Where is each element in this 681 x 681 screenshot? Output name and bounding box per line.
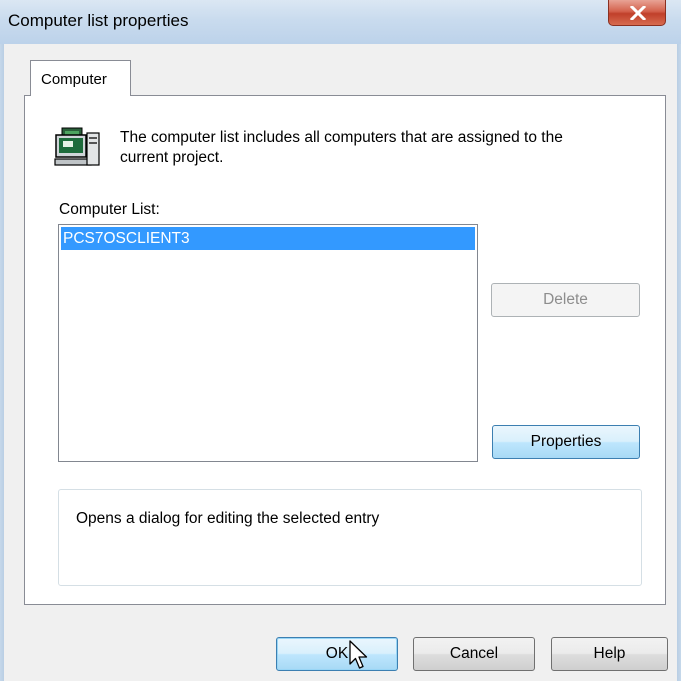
tab-computer[interactable]: Computer [30,60,131,96]
title-bar[interactable]: Computer list properties [0,0,681,44]
description-line-2: current project. [120,149,224,166]
computer-list-description: The computer list includes all computers… [120,128,660,168]
computer-icon [54,127,100,166]
window-title: Computer list properties [8,11,189,30]
computer-list-label: Computer List: [59,201,160,218]
delete-button[interactable]: Delete [491,283,640,317]
window-border-left [0,44,4,681]
close-button[interactable] [608,0,666,26]
help-description-box: Opens a dialog for editing the selected … [58,489,642,586]
help-text: Opens a dialog for editing the selected … [76,510,380,527]
properties-button[interactable]: Properties [492,425,640,459]
computer-listbox[interactable]: PCS7OSCLIENT3 [58,224,478,462]
close-icon [630,6,646,20]
ok-button[interactable]: OK [276,637,398,671]
tab-computer-label: Computer [41,71,107,88]
help-button[interactable]: Help [551,637,668,671]
list-item-pcs7osclient3[interactable]: PCS7OSCLIENT3 [61,227,475,250]
mouse-cursor-icon [349,640,368,669]
cancel-button[interactable]: Cancel [413,637,535,671]
window-border-right [677,44,681,681]
description-line-1: The computer list includes all computers… [120,129,563,146]
